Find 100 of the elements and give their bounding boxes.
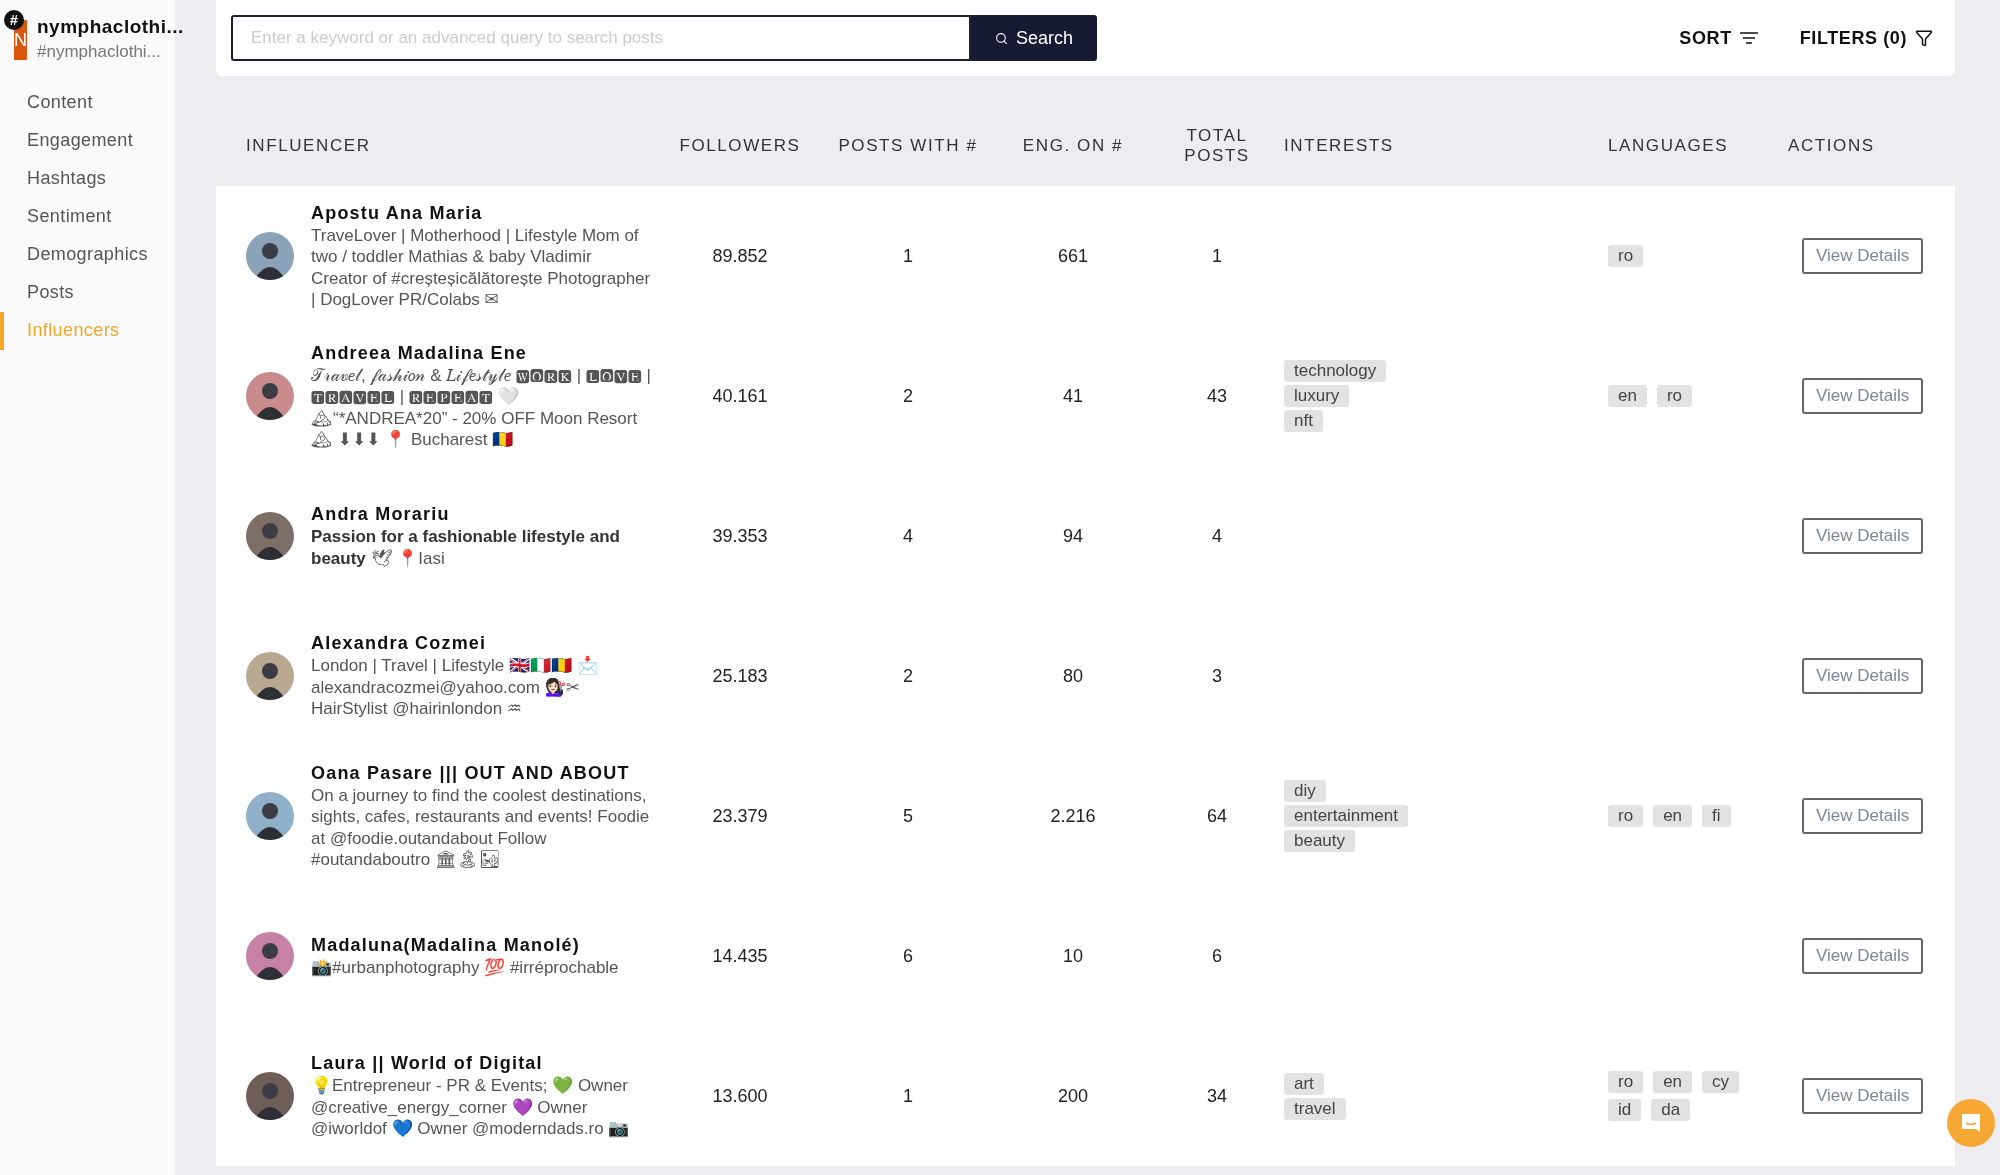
avatar	[246, 1072, 294, 1120]
influencer-name: Andreea Madalina Ene	[311, 341, 529, 365]
followers-count: 25.183	[711, 665, 769, 687]
avatar	[246, 512, 294, 560]
posts-with-count: 4	[902, 525, 914, 547]
influencer-bio: 💡Entrepreneur - PR & Events; 💚 Owner @creative_energy_corner 💜 Owner @iworldof 💙 Owner @moderndads.ro 📷	[311, 1075, 631, 1140]
language-tag: da	[1651, 1099, 1691, 1121]
total-posts-count: 3	[1211, 665, 1223, 687]
total-posts-count: 6	[1211, 945, 1223, 967]
avatar	[246, 792, 294, 840]
engagement-count: 10	[1062, 945, 1084, 967]
total-posts-count: 43	[1206, 385, 1228, 407]
language-tag: en	[1653, 805, 1693, 827]
engagement-count: 80	[1062, 665, 1084, 687]
sidebar-item[interactable]: Demographics	[0, 236, 175, 274]
influencer-bio: Passion for a fashionable lifestyle and beauty 🕊 📍Iasi	[311, 526, 621, 569]
column-header: FOLLOWERS	[678, 136, 802, 156]
column-header: INFLUENCER	[245, 136, 372, 156]
followers-count: 39.353	[711, 525, 769, 547]
hashtag-badge: #	[4, 10, 24, 30]
followers-count: 14.435	[711, 945, 769, 967]
language-tag: ro	[1608, 245, 1644, 267]
chat-button[interactable]	[1947, 1099, 1995, 1147]
influencer-bio: On a journey to find the coolest destinations, sights, cafes, restaurants and events! Foodie at @foodie.outandabout Follow #outandaboutro 🏛🏝🏜	[311, 784, 651, 871]
view-details-button[interactable]: View Details	[1802, 518, 1924, 554]
influencer-name: Madaluna(Madalina Manolé)	[311, 933, 582, 957]
language-tag: ro	[1608, 805, 1644, 827]
posts-with-count: 2	[902, 385, 914, 407]
interest-tag: travel	[1284, 1097, 1346, 1120]
sidebar-item[interactable]: Engagement	[0, 122, 175, 160]
language-tag: ro	[1608, 1071, 1644, 1093]
view-details-button[interactable]: View Details	[1802, 798, 1924, 834]
engagement-count: 661	[1056, 245, 1089, 267]
filters-button[interactable]: FILTERS (0)	[1793, 26, 1939, 50]
filter-icon	[1915, 29, 1933, 47]
language-tag: en	[1653, 1071, 1693, 1093]
interest-tag: entertainment	[1284, 805, 1408, 827]
total-posts-count: 64	[1206, 805, 1228, 827]
posts-with-count: 2	[902, 665, 914, 687]
interest-tag: luxury	[1284, 385, 1350, 407]
account-name: nymphaclothi...	[37, 16, 184, 38]
sidebar-item[interactable]: Sentiment	[0, 198, 175, 236]
interest-tag: nft	[1284, 410, 1323, 432]
followers-count: 23.379	[711, 805, 769, 827]
influencer-name: Alexandra Cozmei	[311, 632, 488, 656]
search-icon	[995, 31, 1008, 45]
posts-with-count: 5	[902, 805, 914, 827]
influencer-name: Oana Pasare ||| OUT AND ABOUT	[311, 761, 631, 785]
engagement-count: 2.216	[1049, 805, 1097, 827]
avatar	[246, 652, 294, 700]
engagement-count: 41	[1062, 385, 1084, 407]
language-tag: fi	[1702, 805, 1731, 827]
language-tag: en	[1608, 385, 1647, 407]
view-details-button[interactable]: View Details	[1802, 1078, 1924, 1114]
view-details-button[interactable]: View Details	[1802, 658, 1924, 694]
sort-button[interactable]: SORT	[1673, 26, 1764, 50]
column-header: TOTAL POSTS	[1183, 126, 1251, 166]
influencer-bio: TraveLover | Motherhood | Lifestyle Mom of two / toddler Mathias & baby Vladimir Creator of #creșteșicălătorește Photographer | DogLover PR/Colabs ✉	[311, 224, 651, 311]
interest-tag: technology	[1284, 360, 1387, 382]
column-header: ACTIONS	[1788, 136, 1876, 156]
influencer-bio: 📸#urbanphotography 💯 #irréprochable	[311, 956, 620, 979]
search-button[interactable]: Search	[971, 15, 1098, 61]
sort-icon	[1739, 32, 1758, 44]
view-details-button[interactable]: View Details	[1802, 938, 1924, 974]
posts-with-count: 6	[902, 945, 914, 967]
chat-icon	[1960, 1112, 1982, 1134]
sidebar-item[interactable]: Posts	[0, 274, 175, 312]
followers-count: 13.600	[711, 1085, 769, 1107]
column-header: INTERESTS	[1284, 136, 1395, 156]
sidebar-item[interactable]: Content	[0, 84, 175, 122]
interest-tag: art	[1284, 1072, 1324, 1095]
followers-count: 40.161	[711, 385, 769, 407]
account-handle: #nymphaclothi...	[37, 42, 162, 62]
view-details-button[interactable]: View Details	[1802, 238, 1924, 274]
influencer-bio: 𝒯𝓇𝒶𝓋𝑒𝓁, 𝒻𝒶𝓈𝒽𝒾𝑜𝓃 & 𝐿𝒾𝒻𝑒𝓈𝓉𝓎𝓁𝑒 🆆🅾🆁🅺 | 🅻🅾🆅🅴 | 🆃🆁🅰🆅🅴🅻 | 🆁🅴🅿🅴🅰🆃 🤍 🏔“*ANDREA*20” - 20% OFF Moon Resort🏔 ⬇⬇⬇ 📍 Bucharest 🇷🇴	[311, 364, 651, 451]
followers-count: 89.852	[711, 245, 769, 267]
total-posts-count: 4	[1211, 525, 1223, 547]
view-details-button[interactable]: View Details	[1802, 378, 1924, 414]
sidebar-item[interactable]: Hashtags	[0, 160, 175, 198]
engagement-count: 94	[1062, 525, 1084, 547]
engagement-count: 200	[1056, 1085, 1089, 1107]
avatar	[246, 932, 294, 980]
interest-tag: beauty	[1284, 830, 1356, 852]
language-tag: cy	[1702, 1071, 1740, 1093]
total-posts-count: 1	[1211, 245, 1223, 267]
posts-with-count: 1	[902, 1085, 914, 1107]
column-header: LANGUAGES	[1608, 136, 1730, 156]
influencer-name: Apostu Ana Maria	[311, 201, 484, 225]
posts-with-count: 1	[902, 245, 914, 267]
interest-tag: diy	[1284, 780, 1326, 802]
language-tag: ro	[1656, 385, 1693, 407]
influencer-name: Andra Morariu	[311, 503, 451, 526]
influencer-bio: London | Travel | Lifestyle 🇬🇧🇮🇹🇷🇴 📩 alexandracozmei@yahoo.com 💇🏻‍♀✂ HairStylist @hairinlondon ♒	[311, 655, 599, 720]
language-tag: id	[1608, 1099, 1642, 1121]
avatar	[246, 232, 294, 280]
avatar	[246, 372, 294, 420]
column-header: ENG. ON #	[1021, 136, 1125, 156]
total-posts-count: 34	[1206, 1085, 1228, 1107]
influencer-name: Laura || World of Digital	[311, 1052, 544, 1076]
column-header: POSTS WITH #	[837, 136, 979, 156]
